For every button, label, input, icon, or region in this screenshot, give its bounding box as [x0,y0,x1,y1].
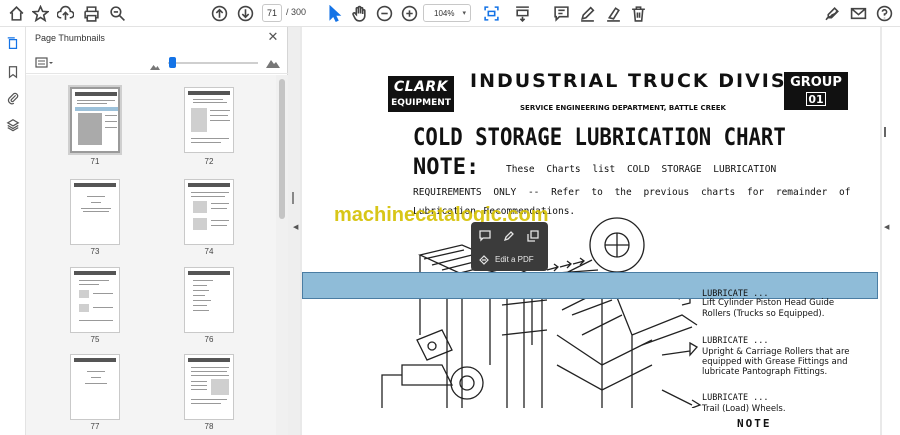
delete-icon[interactable] [628,3,648,23]
thumbnail-label: 77 [90,422,100,431]
page-up-icon[interactable] [209,3,229,23]
highlight-pen-icon[interactable] [577,3,597,23]
page-number-input[interactable]: 71 [262,4,282,22]
comment-icon[interactable] [479,229,491,242]
department-line: SERVICE ENGINEERING DEPARTMENT, BATTLE C… [520,104,726,112]
thumbnail-label: 75 [90,335,100,344]
scroll-mode-icon[interactable] [512,3,532,23]
panel-splitter[interactable] [288,27,300,435]
clark-logo: CLARK EQUIPMENT [388,76,454,112]
zoom-select[interactable]: 104% ▾ [423,4,471,22]
group-box: GROUP 01 [784,72,848,110]
page-total: 300 [291,7,307,17]
main-toolbar: 71 / 300 104% ▾ [0,0,900,27]
thumbnail-label: 74 [204,247,214,256]
lubricate-text: lubricate Pantograph Fittings. [702,367,828,377]
lubricate-text: Lift Cylinder Piston Head Guide [702,298,835,308]
print-icon[interactable] [81,3,101,23]
home-icon[interactable] [6,3,26,23]
lubricate-heading: LUBRICATE ... [702,393,769,403]
note-line: REQUIREMENTS ONLY -- Refer to the previo… [413,187,851,198]
thumbnail-size-slider[interactable] [169,57,176,68]
lubricate-text: Rollers (Trucks so Equipped). [702,309,825,319]
page-thumbnail-74[interactable] [184,179,234,245]
chevron-down-icon: ▾ [462,10,466,17]
zoom-search-icon[interactable] [107,3,127,23]
page-thumbnail-73[interactable] [70,179,120,245]
attachments-icon[interactable] [4,89,22,107]
page-thumbnail-76[interactable] [184,267,234,333]
page-thumbnail-75[interactable] [70,267,120,333]
bookmark-star-icon[interactable] [30,3,50,23]
thumbnail-panel: Page Thumbnails ✕ 71 72 73 74 75 76 77 7… [26,27,288,435]
bottom-note: NOTE [737,417,772,430]
lubricate-text: Trail (Load) Wheels. [702,404,786,414]
upload-icon[interactable] [55,3,75,23]
division-title: INDUSTRIAL TRUCK DIVISION [470,70,832,92]
group-number: 01 [806,92,826,106]
zoom-out-icon[interactable] [374,3,394,23]
zoom-in-icon[interactable] [399,3,419,23]
edit-pdf-icon[interactable] [478,253,490,265]
quick-action-popup: Edit a PDF [471,222,548,271]
thumbnail-label: 78 [204,422,214,431]
thumbnail-label: 73 [90,247,100,256]
chart-title: COLD STORAGE LUBRICATION CHART [413,123,786,151]
note-heading: NOTE: [413,155,480,180]
edit-pdf-button[interactable]: Edit a PDF [495,255,534,264]
large-mountain-icon [266,56,280,68]
page-thumbnail-78[interactable] [184,354,234,420]
lubricate-heading: LUBRICATE ... [702,336,769,346]
splitter-grip[interactable] [292,192,294,204]
logo-bottom-text: EQUIPMENT [391,98,451,108]
hand-tool-icon[interactable] [349,3,369,23]
thumbnail-options-icon[interactable] [35,56,55,70]
sign-icon[interactable] [822,3,842,23]
small-mountain-icon [150,58,160,70]
erase-icon[interactable] [603,3,623,23]
layers-icon[interactable] [4,116,22,134]
close-icon[interactable]: ✕ [266,30,280,44]
select-cursor-icon[interactable] [324,3,344,23]
highlight-band [302,272,878,299]
document-scroll-thumb[interactable] [884,127,886,137]
fit-page-icon[interactable] [481,3,501,23]
zoom-value: 104% [434,8,455,18]
thumbnail-label: 72 [204,157,214,166]
collapse-panel-arrow-icon[interactable]: ◀ [293,223,298,231]
thumbnail-scrollbar[interactable] [276,75,288,435]
bookmarks-icon[interactable] [4,63,22,81]
page-thumbnail-71[interactable] [70,87,120,153]
pen-icon[interactable] [503,229,515,242]
thumbnail-label: 71 [90,157,100,166]
logo-top-text: CLARK [393,79,449,95]
panel-title: Page Thumbnails [35,33,105,43]
expand-right-panel-arrow-icon[interactable]: ◀ [884,223,889,231]
panel-toolbar [26,52,288,74]
page-thumbnail-72[interactable] [184,87,234,153]
copy-icon[interactable] [527,229,539,242]
group-label: GROUP [790,75,842,90]
comment-icon[interactable] [551,3,571,23]
thumbnail-label: 76 [204,335,214,344]
page-separator: / [286,7,289,17]
mail-icon[interactable] [848,3,868,23]
help-icon[interactable] [874,3,894,23]
note-line: These Charts list COLD STORAGE LUBRICATI… [506,164,777,175]
navigation-rail [0,27,26,435]
page-thumbnail-77[interactable] [70,354,120,420]
thumbnails-list: 71 72 73 74 75 76 77 78 [26,75,276,435]
thumbnail-size-track[interactable] [168,62,258,64]
thumbnails-icon[interactable] [4,35,22,53]
document-scrollbar[interactable] [882,27,900,435]
thumbnail-scroll-thumb[interactable] [279,79,285,219]
page-down-icon[interactable] [235,3,255,23]
